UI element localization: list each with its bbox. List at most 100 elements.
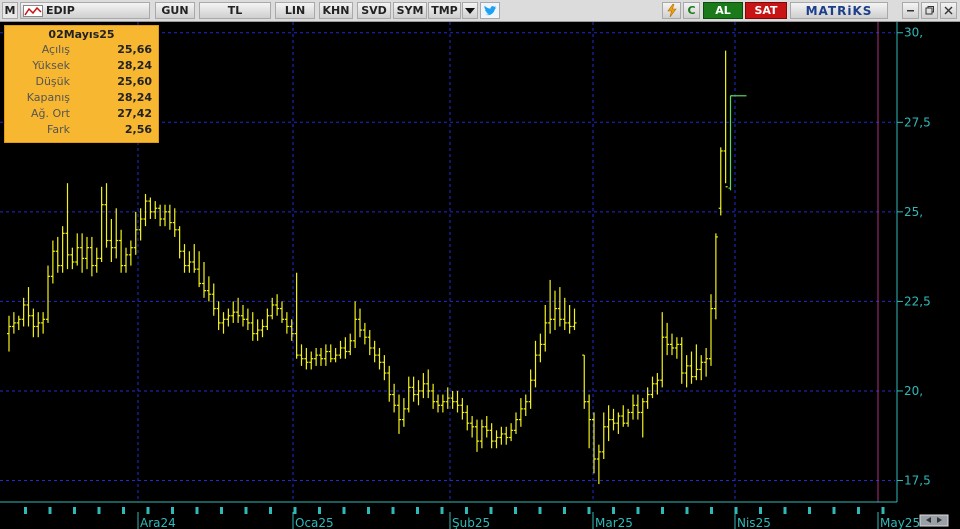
svd-label: SVD [361, 4, 387, 17]
c-button[interactable]: C [683, 2, 700, 19]
info-value: 28,24 [117, 91, 152, 104]
ohlc-bar [55, 236, 60, 273]
y-tick-label: 25, [904, 205, 923, 219]
khn-button[interactable]: KHN [319, 2, 353, 19]
ohlc-bar [11, 312, 16, 334]
scale-button[interactable]: LIN [275, 2, 315, 19]
ohlc-bar [26, 287, 31, 327]
ohlc-bar [470, 416, 475, 438]
ohlc-bar [567, 304, 572, 334]
ohlc-bar [187, 251, 192, 273]
brand-label: MATRiKS [805, 3, 873, 18]
ohlc-bar [41, 312, 46, 334]
info-row-change: Fark 2,56 [5, 123, 158, 139]
ohlc-bar [309, 351, 314, 370]
ohlc-bar [411, 376, 416, 402]
ohlc-bar [460, 398, 465, 420]
x-tick-mark [563, 507, 566, 514]
matriks-logo-button[interactable]: M [2, 2, 18, 19]
info-date: 02Mayıs25 [48, 28, 115, 41]
ohlc-bar [382, 355, 387, 381]
x-tick-mark [612, 507, 615, 514]
ohlc-bar [299, 344, 304, 366]
ohlc-bar [99, 186, 104, 262]
buy-button[interactable]: AL [703, 2, 743, 19]
ohlc-bar [245, 308, 250, 331]
info-row-low: Düşük 25,60 [5, 75, 158, 91]
x-tick-mark [538, 507, 542, 514]
ohlc-bar [514, 412, 518, 434]
svd-button[interactable]: SVD [357, 2, 391, 19]
ohlc-bar [46, 265, 50, 323]
x-tick-mark [97, 507, 101, 514]
y-tick-label: 22,5 [904, 294, 931, 308]
ohlc-bar [626, 408, 631, 427]
x-tick-mark [710, 507, 713, 514]
x-tick-mark [881, 507, 885, 514]
x-tick-mark [171, 507, 174, 514]
ohlc-bar [372, 340, 377, 363]
y-tick-label: 17,5 [904, 474, 931, 488]
restore-icon[interactable] [921, 2, 938, 19]
ohlc-bar [562, 297, 567, 331]
x-tick-mark [416, 507, 419, 514]
ohlc-bar [431, 383, 436, 409]
sym-button[interactable]: SYM [393, 2, 427, 19]
sell-button[interactable]: SAT [745, 2, 787, 19]
ohlc-bar [21, 297, 26, 327]
ohlc-bar [148, 197, 153, 220]
ohlc-bar [353, 301, 358, 348]
symbol-selector[interactable]: EDIP [20, 2, 150, 19]
lightning-icon[interactable] [662, 2, 681, 19]
x-tick-mark [465, 507, 468, 514]
ohlc-bar [455, 390, 460, 413]
info-label: Fark [47, 123, 70, 136]
ohlc-bar [504, 426, 509, 445]
ohlc-bar [265, 308, 270, 331]
ohlc-bar [665, 322, 670, 356]
x-tick-mark [661, 507, 664, 514]
ohlc-bar [65, 183, 70, 270]
ohlc-bar [348, 333, 353, 356]
ohlc-bar [75, 233, 80, 266]
currency-button[interactable]: TL [199, 2, 271, 19]
ohlc-bar [226, 308, 231, 327]
y-tick-label: 27,5 [904, 115, 931, 129]
ohlc-bar [362, 322, 367, 345]
scroll-handle-icon[interactable] [919, 514, 949, 527]
x-tick-label: May25 [880, 516, 920, 529]
ohlc-bar [343, 337, 348, 359]
dropdown-arrow-icon[interactable] [462, 2, 478, 19]
ohlc-bar [518, 398, 523, 427]
tmp-label: TMP [431, 4, 458, 17]
tmp-button[interactable]: TMP [428, 2, 461, 19]
x-tick-mark [220, 507, 223, 514]
ohlc-bar [119, 229, 124, 273]
info-value: 25,60 [117, 75, 152, 88]
ohlc-bar [587, 394, 592, 449]
ohlc-bar [367, 330, 372, 356]
ohlc-bar [211, 283, 216, 316]
ohlc-bar [479, 419, 484, 449]
close-icon[interactable] [940, 2, 957, 19]
x-tick-mark [514, 507, 517, 514]
twitter-icon[interactable] [480, 2, 500, 19]
ohlc-bar [670, 333, 674, 356]
ohlc-bar [436, 394, 440, 413]
ohlc-bar [426, 369, 431, 399]
ohlc-bar [314, 347, 319, 366]
minimize-icon[interactable] [902, 2, 919, 19]
logo-letter: M [4, 4, 16, 17]
ohlc-bar [538, 333, 543, 363]
info-value: 25,66 [117, 43, 152, 56]
ohlc-bar [124, 247, 128, 273]
x-tick-label: Oca25 [295, 516, 334, 529]
ohlc-bar [528, 369, 533, 409]
ohlc-bar [713, 233, 718, 320]
ohlc-bar [543, 304, 548, 352]
ohlc-bar [718, 147, 723, 216]
period-button[interactable]: GUN [155, 2, 195, 19]
khn-label: KHN [322, 4, 350, 17]
ohlc-bar [465, 405, 470, 431]
ohlc-bar [192, 244, 197, 273]
